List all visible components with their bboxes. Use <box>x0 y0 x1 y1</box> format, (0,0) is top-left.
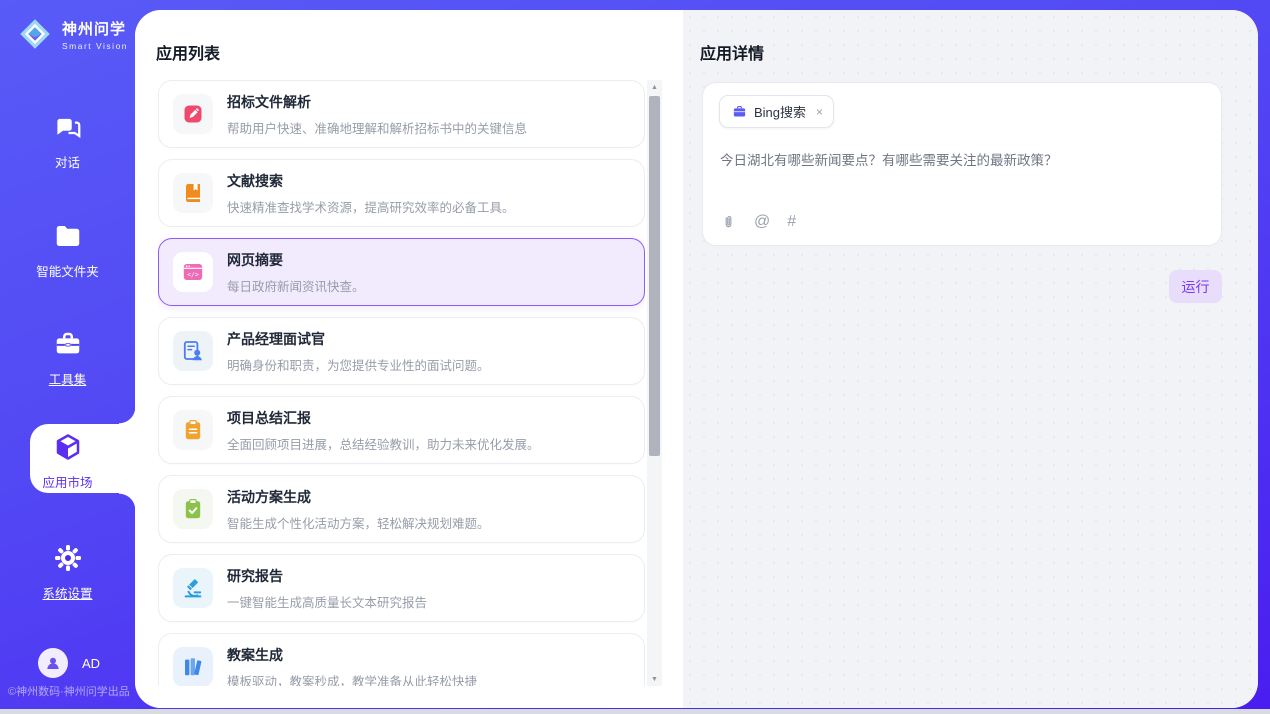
app-card-title: 活动方案生成 <box>227 487 490 507</box>
app-card[interactable]: 文献搜索 快速精准查找学术资源，提高研究效率的必备工具。 <box>158 159 645 227</box>
bubble-fillet-bottom <box>119 493 136 510</box>
scrollbar: ▲ ▼ <box>647 80 662 686</box>
composer-card: Bing搜索 × 今日湖北有哪些新闻要点？有哪些需要关注的最新政策？ @ # <box>702 82 1222 246</box>
clipboard-check-icon <box>173 489 213 529</box>
app-card[interactable]: 产品经理面试官 明确身份和职责，为您提供专业性的面试问题。 <box>158 317 645 385</box>
sidebar-item-label: 工具集 <box>0 369 135 388</box>
user-account[interactable]: AD <box>38 648 100 678</box>
app-card[interactable]: 教案生成 模板驱动，教案秒成，教学准备从此轻松快捷 <box>158 633 645 686</box>
mention-icon[interactable]: @ <box>754 213 770 231</box>
app-card-description: 帮助用户快速、准确地理解和解析招标书中的关键信息 <box>227 118 527 137</box>
app-list-title: 应用列表 <box>156 40 220 64</box>
brand-gem-icon <box>16 15 54 53</box>
app-card-title: 研究报告 <box>227 566 427 586</box>
query-input[interactable]: 今日湖北有哪些新闻要点？有哪些需要关注的最新政策？ <box>720 151 1204 171</box>
app-card-title: 教案生成 <box>227 645 477 665</box>
attachment-icon[interactable] <box>720 214 737 231</box>
app-list-panel: 应用列表 招标文件解析 帮助用户快速、准确地理解和解析招标书中的关键信息 文献搜… <box>135 10 683 708</box>
browser-code-icon: </> <box>173 252 213 292</box>
brand-name: 神州问学 <box>62 18 128 39</box>
books-icon <box>173 647 213 686</box>
briefcase-icon <box>732 104 747 119</box>
app-card[interactable]: </> 网页摘要 每日政府新闻资讯快查。 <box>158 238 645 306</box>
app-card-description: 明确身份和职责，为您提供专业性的面试问题。 <box>227 355 490 374</box>
sidebar: 神州问学 Smart Vision 对话 智能文件夹 工具集 应用市场 <box>0 0 135 714</box>
folder-icon <box>53 221 83 251</box>
app-card-description: 一键智能生成高质量长文本研究报告 <box>227 592 427 611</box>
app-card[interactable]: 项目总结汇报 全面回顾项目进展，总结经验教训，助力未来优化发展。 <box>158 396 645 464</box>
scroll-up-icon[interactable]: ▲ <box>647 80 662 94</box>
microscope-icon <box>173 568 213 608</box>
main-content: 应用列表 招标文件解析 帮助用户快速、准确地理解和解析招标书中的关键信息 文献搜… <box>135 10 1258 708</box>
copyright-footer: ©神州数码·神州问学出品 <box>8 683 130 699</box>
sidebar-item-label: 智能文件夹 <box>0 261 135 280</box>
bottom-edge-strip <box>0 709 1270 714</box>
app-card-description: 全面回顾项目进展，总结经验教训，助力未来优化发展。 <box>227 434 540 453</box>
user-avatar-icon <box>38 648 68 678</box>
app-card-title: 网页摘要 <box>227 250 365 270</box>
app-card-title: 项目总结汇报 <box>227 408 540 428</box>
sidebar-item-smart-folder[interactable]: 智能文件夹 <box>0 221 135 280</box>
interviewer-icon <box>173 331 213 371</box>
bubble-fillet-top <box>119 407 136 424</box>
app-card-title: 招标文件解析 <box>227 92 527 112</box>
scroll-down-icon[interactable]: ▼ <box>647 672 662 686</box>
cube-icon <box>53 432 83 462</box>
brand-subtitle: Smart Vision <box>62 41 128 51</box>
sidebar-item-toolbox[interactable]: 工具集 <box>0 329 135 388</box>
app-card-title: 产品经理面试官 <box>227 329 490 349</box>
sidebar-item-settings[interactable]: 系统设置 <box>0 543 135 602</box>
app-card-description: 快速精准查找学术资源，提高研究效率的必备工具。 <box>227 197 515 216</box>
app-detail-title: 应用详情 <box>700 40 764 64</box>
app-card[interactable]: 活动方案生成 智能生成个性化活动方案，轻松解决规划难题。 <box>158 475 645 543</box>
chat-icon <box>53 112 83 142</box>
tool-chip-bing-search[interactable]: Bing搜索 × <box>719 95 834 128</box>
app-card-title: 文献搜索 <box>227 171 515 191</box>
app-card[interactable]: 研究报告 一键智能生成高质量长文本研究报告 <box>158 554 645 622</box>
sidebar-item-label: 对话 <box>0 152 135 171</box>
app-detail-panel: 应用详情 Bing搜索 × 今日湖北有哪些新闻要点？有哪些需要关注的最新政策？ … <box>683 10 1258 708</box>
edit-doc-icon <box>173 94 213 134</box>
clipboard-icon <box>173 410 213 450</box>
app-card-description: 智能生成个性化活动方案，轻松解决规划难题。 <box>227 513 490 532</box>
sidebar-item-app-market[interactable]: 应用市场 <box>0 432 135 491</box>
brand-logo: 神州问学 Smart Vision <box>16 15 128 53</box>
app-list: 招标文件解析 帮助用户快速、准确地理解和解析招标书中的关键信息 文献搜索 快速精… <box>158 80 645 686</box>
gear-icon <box>53 543 83 573</box>
sidebar-item-label: 系统设置 <box>0 583 135 602</box>
hashtag-icon[interactable]: # <box>787 213 796 231</box>
tool-chip-label: Bing搜索 <box>754 102 806 121</box>
app-card-description: 每日政府新闻资讯快查。 <box>227 276 365 295</box>
svg-text:</>: </> <box>187 271 199 279</box>
toolbox-icon <box>53 329 83 359</box>
close-icon[interactable]: × <box>816 105 823 119</box>
sidebar-item-chat[interactable]: 对话 <box>0 112 135 171</box>
app-card-description: 模板驱动，教案秒成，教学准备从此轻松快捷 <box>227 671 477 687</box>
sidebar-item-label: 应用市场 <box>0 472 135 491</box>
run-button[interactable]: 运行 <box>1169 270 1222 303</box>
user-name: AD <box>82 656 100 671</box>
book-icon <box>173 173 213 213</box>
app-card[interactable]: 招标文件解析 帮助用户快速、准确地理解和解析招标书中的关键信息 <box>158 80 645 148</box>
scrollbar-thumb[interactable] <box>649 96 660 456</box>
